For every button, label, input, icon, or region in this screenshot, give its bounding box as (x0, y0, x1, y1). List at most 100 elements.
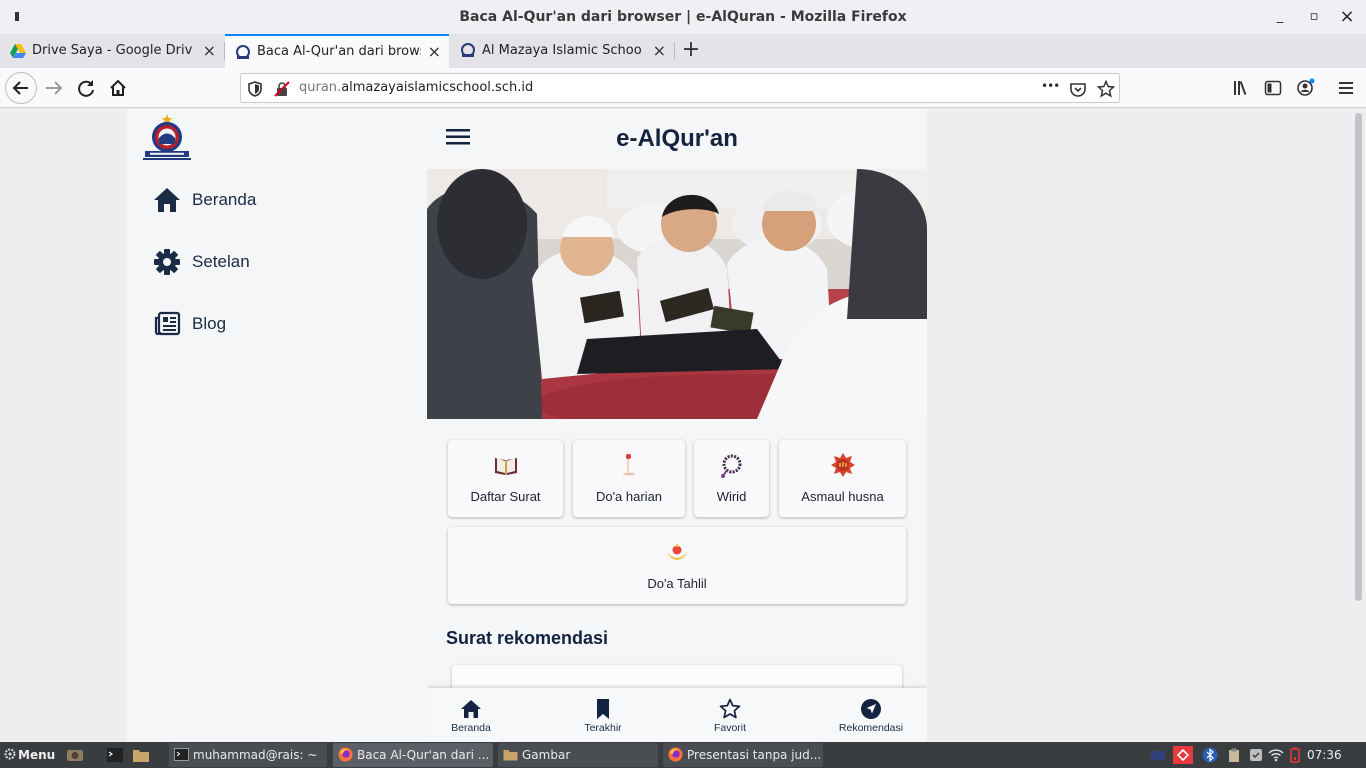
star-icon (719, 698, 741, 719)
menu-card-label: Daftar Surat (470, 489, 541, 504)
tab-separator (674, 42, 675, 60)
anydesk-icon[interactable] (1173, 746, 1193, 764)
sidebar-toggle-icon[interactable] (1264, 79, 1282, 97)
wifi-icon[interactable] (1268, 747, 1284, 763)
home-icon (110, 79, 126, 96)
new-tab-button[interactable]: + (680, 39, 702, 62)
tab-baca-alquran[interactable]: Baca Al-Qur'an dari browse × (225, 34, 449, 68)
maximize-button[interactable]: ▫ (1305, 8, 1323, 26)
bottom-nav-label: Favorit (713, 722, 747, 734)
section-title: Surat rekomendasi (446, 628, 609, 648)
gear-icon (154, 249, 180, 275)
window-titlebar: Baca Al-Qur'an dari browser | e-AlQuran … (0, 0, 1366, 34)
firefox-icon (338, 747, 353, 762)
tab-close-button[interactable]: × (203, 34, 216, 68)
menu-card-doa-harian[interactable]: Do'a harian (573, 440, 685, 517)
battery-icon[interactable] (1287, 747, 1303, 763)
sidebar: Beranda Setelan Blog (127, 109, 427, 742)
back-arrow-icon (12, 81, 28, 95)
sidebar-item-label: Blog (192, 314, 227, 333)
terminal-icon (174, 748, 189, 761)
folder-icon (503, 750, 518, 761)
taskbar-task-terminal[interactable]: muhammad@rais: ~ (169, 743, 327, 767)
menu-card-daftar-surat[interactable]: Daftar Surat (448, 440, 563, 517)
bottom-nav-beranda[interactable]: Beranda (427, 688, 516, 742)
clipboard-icon[interactable] (1226, 747, 1242, 763)
menu-card-label: Do'a Tahlil (647, 576, 707, 591)
terminal-launcher-icon[interactable] (106, 746, 124, 764)
start-menu-label: Menu (18, 748, 56, 762)
bottom-nav-label: Terakhir (584, 722, 622, 734)
forward-button[interactable] (40, 74, 68, 102)
tab-close-button[interactable]: × (653, 34, 666, 68)
sidebar-item-blog[interactable]: Blog (153, 308, 226, 340)
screenshot-launcher-icon[interactable] (66, 746, 84, 764)
prayer-beads-icon (720, 454, 741, 478)
tab-google-drive[interactable]: Drive Saya - Google Drive × (0, 34, 224, 68)
menu-card-label: Asmaul husna (801, 489, 884, 504)
start-menu-button[interactable]: Menu (2, 742, 55, 768)
library-icon[interactable] (1232, 79, 1252, 97)
tab-al-mazaya[interactable]: Al Mazaya Islamic School × (450, 34, 674, 68)
bottom-nav-rekomendasi[interactable]: Rekomendasi (826, 688, 916, 742)
insecure-lock-icon[interactable] (273, 80, 291, 98)
bluetooth-icon[interactable] (1202, 747, 1218, 763)
bottom-navigation: Beranda Terakhir Favorit Rekomendasi (427, 688, 927, 742)
crescent-icon (667, 543, 687, 560)
pocket-icon[interactable] (1069, 80, 1087, 98)
menu-card-doa-tahlil[interactable]: Do'a Tahlil (448, 527, 906, 604)
bookmark-icon (597, 699, 609, 719)
taskbar-task-gambar[interactable]: Gambar (498, 743, 658, 767)
taskbar: Menu muhammad@rais: ~ Baca Al-Qur'an dar… (0, 742, 1366, 768)
folder-launcher-icon[interactable] (132, 746, 150, 764)
gear-icon (4, 748, 16, 760)
shield-icon[interactable] (246, 80, 264, 98)
app-title: e-AlQur'an (616, 125, 738, 152)
compass-icon (861, 699, 881, 719)
menu-card-asmaul-husna[interactable]: Asmaul husna (779, 440, 906, 517)
back-button[interactable] (5, 72, 37, 104)
page-actions-button[interactable]: ••• (1041, 79, 1060, 93)
school-logo[interactable] (141, 113, 193, 163)
home-icon (154, 188, 180, 212)
taskbar-task-label: Gambar (522, 748, 571, 762)
menu-card-wirid[interactable]: Wirid (694, 440, 769, 517)
google-drive-icon (10, 44, 26, 58)
close-window-button[interactable]: × (1338, 8, 1356, 26)
school-logo-icon (236, 45, 250, 59)
home-icon (461, 700, 481, 718)
minimize-button[interactable]: _ (1271, 8, 1289, 26)
account-icon[interactable] (1296, 78, 1316, 98)
tab-close-button[interactable]: × (428, 36, 441, 67)
sidebar-item-beranda[interactable]: Beranda (153, 184, 256, 216)
app-header: e-AlQur'an (427, 109, 927, 169)
navigation-toolbar: quran.almazayaislamicschool.sch.id ••• (0, 68, 1366, 108)
hamburger-menu-icon[interactable] (1337, 80, 1355, 96)
school-logo-icon (461, 43, 475, 57)
clock[interactable]: 07:36 (1307, 742, 1342, 768)
bottom-nav-favorit[interactable]: Favorit (685, 688, 775, 742)
newspaper-icon (154, 311, 181, 336)
url-bar[interactable]: quran.almazayaislamicschool.sch.id ••• (240, 73, 1120, 103)
page-scrollbar[interactable] (1355, 113, 1362, 601)
update-manager-icon[interactable] (1248, 747, 1264, 763)
tab-label: Al Mazaya Islamic School (482, 43, 642, 58)
taskbar-task-firefox-presentasi[interactable]: Presentasi tanpa jud... (663, 743, 823, 767)
bottom-nav-terakhir[interactable]: Terakhir (558, 688, 648, 742)
allah-star-icon (830, 453, 855, 477)
home-button[interactable] (104, 74, 132, 102)
menu-card-label: Wirid (716, 489, 747, 504)
url-text[interactable]: quran.almazayaislamicschool.sch.id (299, 80, 533, 95)
reload-icon (78, 80, 94, 97)
taskbar-task-label: Baca Al-Qur'an dari ... (357, 748, 490, 762)
taskbar-task-label: muhammad@rais: ~ (193, 748, 318, 762)
taskbar-task-label: Presentasi tanpa jud... (687, 748, 822, 762)
bookmark-star-icon[interactable] (1097, 80, 1115, 98)
firefox-icon (668, 747, 683, 762)
taskbar-task-firefox-alquran[interactable]: Baca Al-Qur'an dari ... (333, 743, 493, 767)
sidebar-item-setelan[interactable]: Setelan (153, 246, 250, 278)
reload-button[interactable] (72, 74, 100, 102)
keyboard-layout-icon[interactable] (1150, 747, 1166, 763)
app-container: e-AlQur'an Daftar Surat Do'a harian Wiri… (427, 109, 927, 742)
page-viewport: Beranda Setelan Blog e-AlQur'an Daftar S… (0, 109, 1366, 742)
